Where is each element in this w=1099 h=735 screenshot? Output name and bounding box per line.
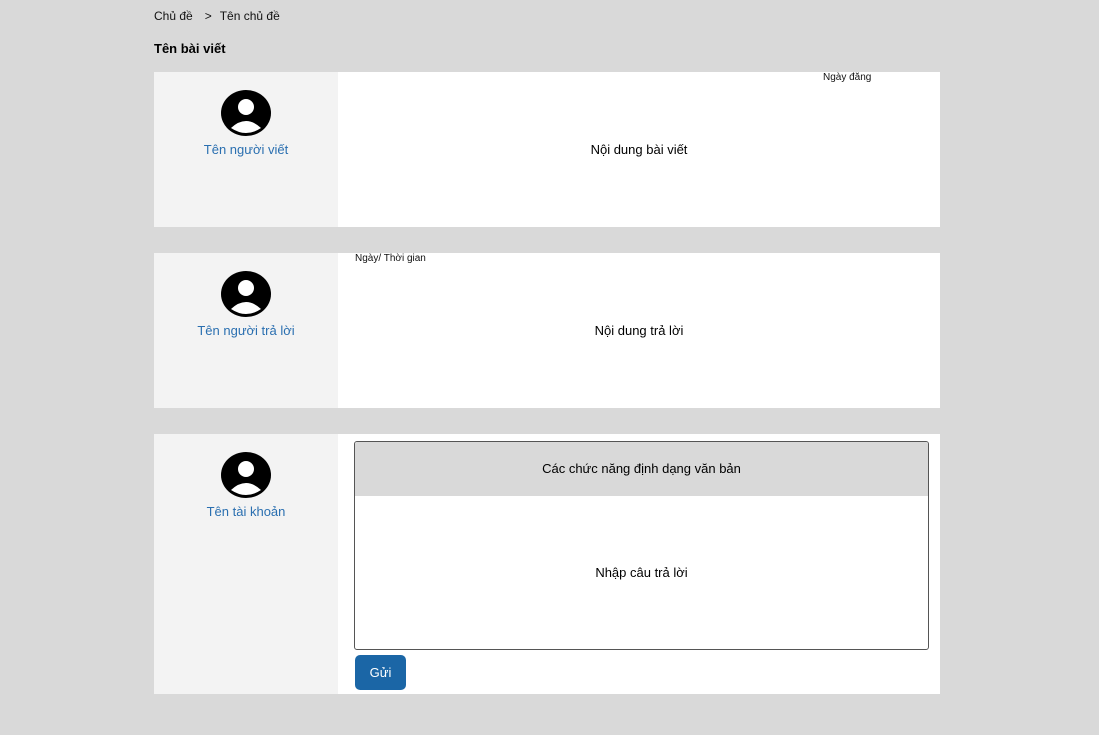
send-button[interactable]: Gửi — [355, 655, 406, 690]
reply-card: Tên người trả lời Ngày/ Thời gian Nội du… — [154, 253, 940, 408]
reply-content: Nội dung trả lời — [594, 323, 684, 338]
reply-input-placeholder: Nhập câu trả lời — [595, 565, 688, 580]
reply-author-name[interactable]: Tên người trả lời — [154, 323, 338, 338]
compose-body: Các chức năng định dạng văn bản Nhập câu… — [338, 434, 940, 694]
breadcrumb-separator: > — [204, 9, 212, 23]
reply-editor: Các chức năng định dạng văn bản Nhập câu… — [354, 441, 929, 650]
post-author-panel: Tên người viết — [154, 72, 338, 227]
post-body: Ngày đăng Nội dung bài viết — [338, 72, 940, 227]
post-content: Nội dung bài viết — [590, 142, 688, 157]
user-circle-icon[interactable] — [221, 271, 271, 317]
compose-account-panel: Tên tài khoản — [154, 434, 338, 694]
compose-card: Tên tài khoản Các chức năng định dạng vă… — [154, 434, 940, 694]
breadcrumb: Chủ đề > Tên chủ đề — [154, 8, 280, 24]
page-title: Tên bài viết — [154, 41, 226, 56]
reply-input[interactable]: Nhập câu trả lời — [355, 496, 928, 649]
post-card: Tên người viết Ngày đăng Nội dung bài vi… — [154, 72, 940, 227]
post-date: Ngày đăng — [823, 72, 872, 83]
user-circle-icon[interactable] — [221, 452, 271, 498]
breadcrumb-current[interactable]: Tên chủ đề — [220, 8, 280, 24]
formatting-toolbar[interactable]: Các chức năng định dạng văn bản — [355, 442, 928, 496]
reply-author-panel: Tên người trả lời — [154, 253, 338, 408]
reply-body: Ngày/ Thời gian Nội dung trả lời — [338, 253, 940, 408]
account-name[interactable]: Tên tài khoản — [154, 504, 338, 519]
breadcrumb-root[interactable]: Chủ đề — [154, 8, 193, 24]
post-author-name[interactable]: Tên người viết — [154, 142, 338, 157]
reply-datetime: Ngày/ Thời gian — [355, 253, 426, 264]
user-circle-icon[interactable] — [221, 90, 271, 136]
